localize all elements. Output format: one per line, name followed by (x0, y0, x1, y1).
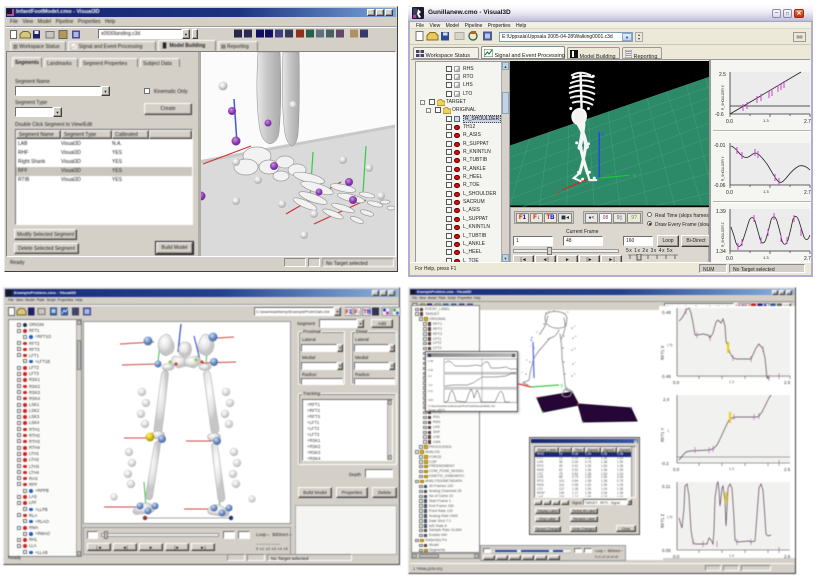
svg-text:0.0: 0.0 (673, 380, 680, 385)
svg-text:F1: F1 (346, 310, 352, 316)
svg-text:2.5: 2.5 (719, 72, 726, 78)
svg-text:RFT1 Y: RFT1 Y (660, 427, 665, 442)
svg-text:RFT1 X: RFT1 X (660, 345, 665, 360)
svg-text:2.7: 2.7 (804, 119, 811, 125)
svg-text:2.5: 2.5 (784, 467, 791, 472)
svg-text:g: g (574, 346, 576, 350)
svg-text:0.48: 0.48 (428, 359, 434, 363)
svg-text:(.0): (.0) (667, 515, 672, 519)
svg-text:1.3: 1.3 (729, 467, 734, 471)
svg-text:2.6: 2.6 (784, 380, 791, 385)
svg-text:0.0: 0.0 (673, 554, 680, 558)
svg-text:1.3: 1.3 (729, 380, 734, 384)
svg-text:1.3: 1.3 (763, 189, 769, 194)
svg-text:f: f (530, 344, 531, 348)
svg-text:0.0: 0.0 (673, 467, 680, 472)
svg-text:1.3: 1.3 (763, 255, 769, 260)
svg-text:h: h (526, 358, 528, 362)
svg-text:k: k (574, 372, 576, 376)
svg-text:Z: Z (530, 337, 533, 343)
svg-text:1.39: 1.39 (716, 209, 726, 215)
svg-text:e: e (575, 334, 577, 338)
svg-text:0.48: 0.48 (662, 374, 671, 379)
svg-text:0.05: 0.05 (662, 548, 671, 553)
svg-text:2.4: 2.4 (663, 397, 670, 402)
svg-text:j: j (521, 370, 523, 374)
svg-text:0.0: 0.0 (726, 190, 733, 196)
svg-text:-0.2: -0.2 (428, 383, 433, 387)
svg-text:b: b (567, 310, 569, 314)
svg-text:TB: TB (364, 310, 371, 316)
svg-text:R_SHOULDER X: R_SHOULDER X (721, 84, 725, 110)
svg-text:Y: Y (633, 174, 637, 180)
svg-text:0.48: 0.48 (662, 310, 671, 315)
svg-text:i: i (575, 360, 576, 364)
svg-text:1.5: 1.5 (729, 554, 734, 558)
svg-text:d: d (536, 330, 538, 334)
svg-text:2.6: 2.6 (784, 554, 791, 558)
svg-text:0.11: 0.11 (662, 484, 671, 489)
svg-text:-0.06: -0.06 (714, 183, 726, 189)
svg-text:-0.6: -0.6 (715, 112, 724, 118)
svg-text:0.11: 0.11 (428, 389, 433, 393)
svg-text:R_SHOULDER Z: R_SHOULDER Z (721, 222, 725, 247)
svg-text:1.34: 1.34 (716, 249, 726, 255)
svg-text:0.0: 0.0 (726, 119, 733, 125)
svg-text:Y: Y (560, 384, 564, 390)
svg-text:R_SHOULDER Y: R_SHOULDER Y (721, 155, 725, 181)
svg-text:c: c (574, 324, 576, 328)
svg-text:0.40: 0.40 (428, 368, 434, 372)
svg-text:2.4: 2.4 (428, 374, 432, 378)
svg-text:2.7: 2.7 (804, 190, 811, 196)
svg-text:F↓: F↓ (355, 310, 361, 316)
svg-text:(.4): (.4) (667, 343, 672, 347)
svg-text:-0.01: -0.01 (714, 143, 726, 149)
svg-text:1.3: 1.3 (763, 118, 769, 123)
svg-text:X: X (556, 190, 560, 196)
svg-text:-0.2: -0.2 (661, 461, 669, 466)
svg-text:Z: Z (601, 132, 605, 138)
svg-text:1.: 1. (667, 429, 670, 433)
svg-text:RFT1 Z: RFT1 Z (660, 513, 665, 528)
svg-text:0.05: 0.05 (428, 398, 434, 402)
